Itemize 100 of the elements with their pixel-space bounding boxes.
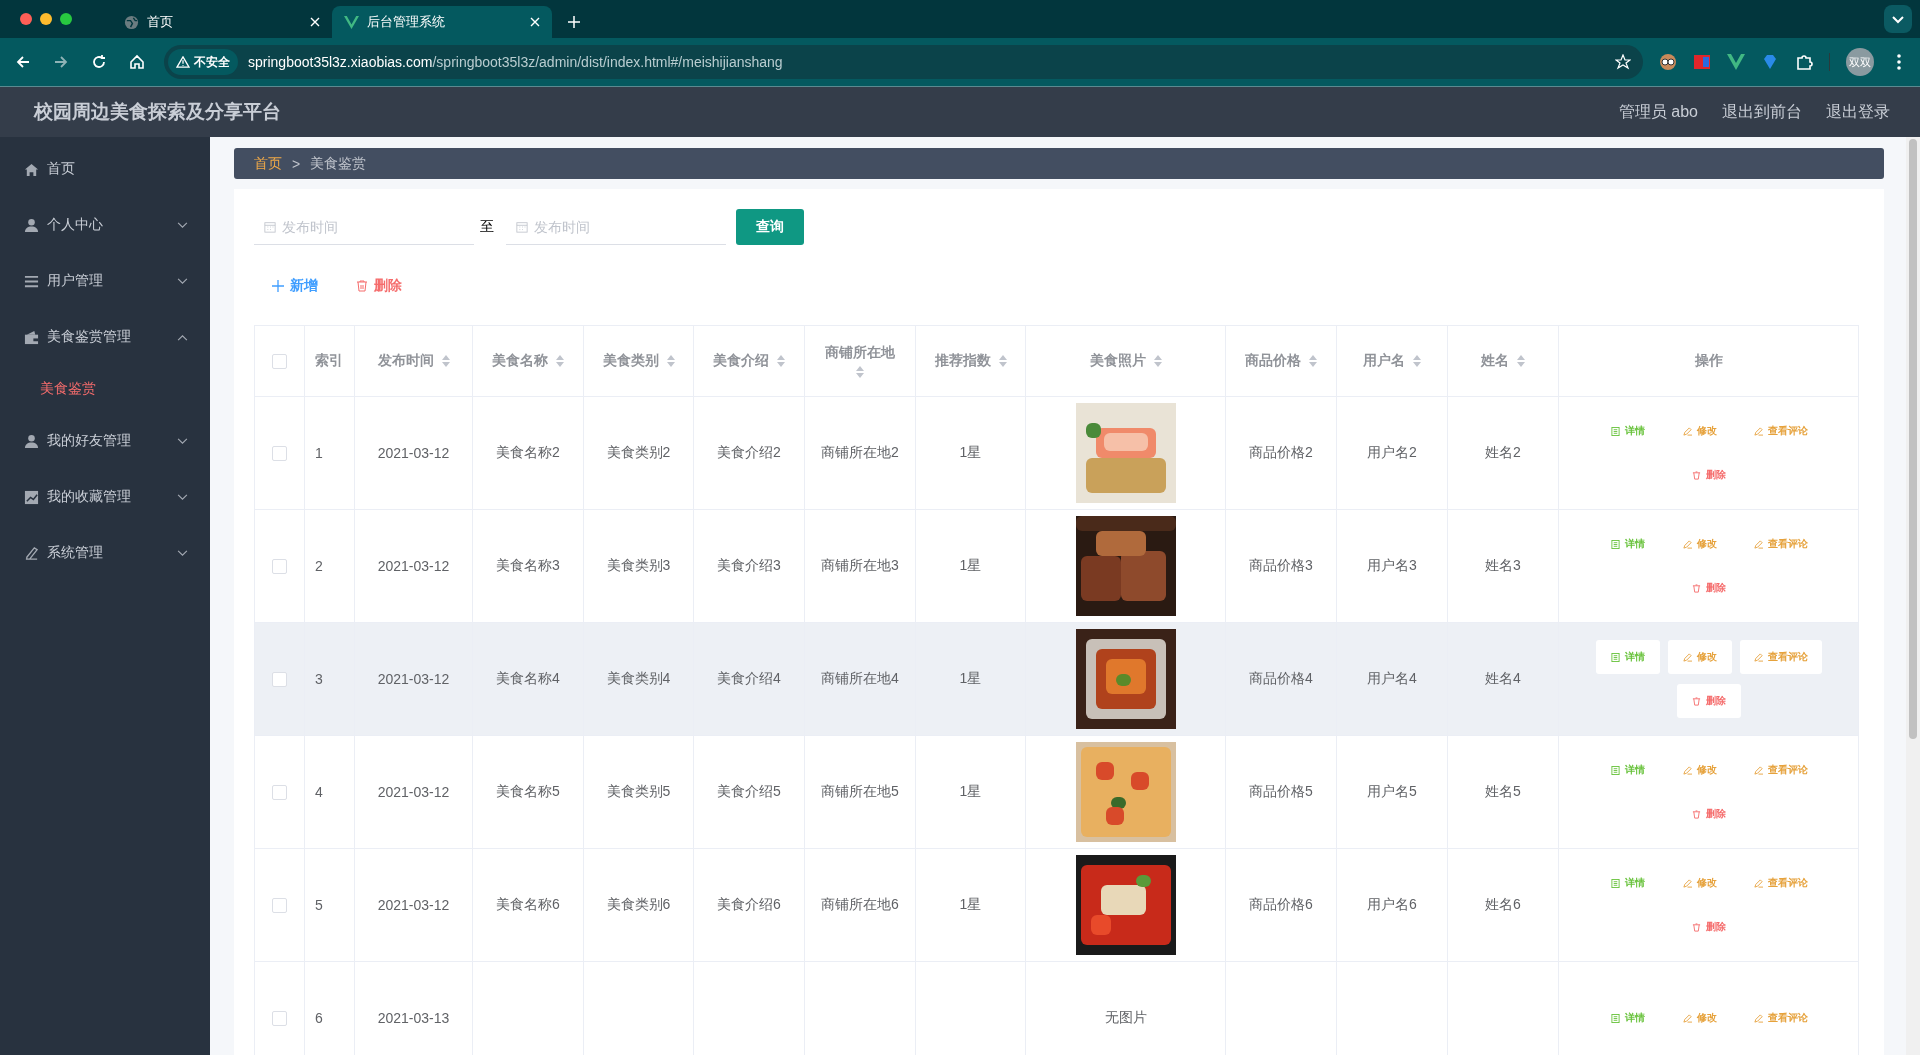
trash-icon [356,280,368,292]
header-link[interactable]: 管理员 abo [1618,101,1698,123]
column-header[interactable]: 美食名称 [492,352,548,370]
chevron-down-icon[interactable] [1884,5,1912,33]
sidebar-item[interactable]: 用户管理 [0,253,210,309]
security-badge[interactable]: 不安全 [168,49,238,75]
sort-icon[interactable] [556,355,564,367]
column-header[interactable]: 商铺所在地 [825,344,895,362]
row-checkbox[interactable] [272,446,287,462]
sort-icon[interactable] [666,355,675,367]
edit-button[interactable]: 查看评论 [1739,414,1822,448]
detail-button[interactable]: 详情 [1595,866,1660,900]
sort-icon[interactable] [1309,355,1317,367]
edit-button[interactable]: 修改 [1667,527,1732,561]
window-zoom-button[interactable] [60,13,72,25]
detail-button[interactable]: 详情 [1595,640,1660,674]
sort-icon[interactable] [441,355,450,367]
row-checkbox[interactable] [272,559,287,575]
extension-icon[interactable] [1693,53,1711,71]
edit-button[interactable]: 查看评论 [1739,640,1822,674]
date-field[interactable]: 发布时间 [506,209,726,245]
edit-button[interactable]: 查看评论 [1739,527,1822,561]
star-icon[interactable] [1615,54,1631,70]
sort-icon[interactable] [1153,355,1162,367]
table-cell: 姓名5 [1485,783,1521,799]
table-row[interactable]: 6 2021-03-13 无图片 详情 修改 查看评论 [254,961,1859,1055]
close-icon[interactable] [310,17,320,27]
window-minimize-button[interactable] [40,13,52,25]
delete-button[interactable]: 删除 [1676,571,1741,605]
home-icon[interactable] [129,54,145,70]
address-field[interactable]: 不安全 springboot35l3z.xiaobias.com/springboot35l3z/admin/dist/index.html#/meishijianshang [164,45,1643,79]
column-header[interactable]: 姓名 [1481,352,1509,370]
row-checkbox[interactable] [272,1011,287,1027]
breadcrumb-item[interactable]: 首页 [254,154,282,173]
delete-button[interactable]: 删除 [1676,797,1741,831]
browser-tab[interactable]: 后台管理系统 [332,6,552,38]
edit-button[interactable]: 修改 [1667,414,1732,448]
sidebar-item[interactable]: 首页 [0,141,210,197]
table-row[interactable]: 2 2021-03-12 美食名称3 美食类别3 美食介绍3 商铺所在地3 1星 商品价格3 用户名3 姓名3 详情 修改 查看评论 删除 [254,509,1859,623]
sort-icon[interactable] [1413,355,1421,367]
column-header[interactable]: 推荐指数 [934,352,991,370]
edit-button[interactable]: 查看评论 [1739,753,1822,787]
add-button[interactable]: 新增 [264,271,326,301]
edit-button[interactable]: 修改 [1667,1001,1732,1035]
reload-icon[interactable] [91,54,107,70]
delete-button[interactable]: 删除 [1676,458,1741,492]
delete-button[interactable]: 删除 [348,271,410,301]
sidebar-item[interactable]: 系统管理 [0,525,210,581]
browser-tab[interactable]: 首页 [112,6,332,38]
glasses-icon[interactable] [1659,53,1677,71]
detail-button[interactable]: 详情 [1595,527,1660,561]
column-header[interactable]: 美食类别 [602,352,659,370]
column-header[interactable]: 美食照片 [1089,352,1146,370]
sidebar-subitem[interactable]: 美食鉴赏 [0,365,210,413]
sort-icon[interactable] [777,355,785,367]
chart-icon [24,489,39,505]
row-checkbox[interactable] [272,672,287,688]
sidebar-item[interactable]: 我的好友管理 [0,413,210,469]
row-checkbox[interactable] [272,785,287,801]
puzzle-icon[interactable] [1795,53,1813,71]
row-checkbox[interactable] [272,898,287,914]
sidebar-item[interactable]: 美食鉴赏管理 [0,309,210,365]
header-link[interactable]: 退出到前台 [1722,101,1802,123]
select-all-checkbox[interactable] [272,354,287,370]
edit-button[interactable]: 修改 [1667,753,1732,787]
header-link[interactable]: 退出登录 [1826,101,1890,123]
list-icon [24,273,39,289]
edit-button[interactable]: 查看评论 [1739,866,1822,900]
sort-icon[interactable] [856,366,864,378]
profile-avatar[interactable]: 双双 [1846,48,1874,76]
back-arrow-icon[interactable] [15,54,31,70]
date-field[interactable]: 发布时间 [254,209,474,245]
detail-button[interactable]: 详情 [1595,1001,1660,1035]
column-header[interactable]: 发布时间 [377,352,434,370]
sort-icon[interactable] [998,355,1007,367]
detail-button[interactable]: 详情 [1595,753,1660,787]
edit-button[interactable]: 修改 [1667,640,1732,674]
query-button[interactable]: 查询 [736,209,804,245]
sidebar-item[interactable]: 个人中心 [0,197,210,253]
column-header[interactable]: 用户名 [1363,352,1405,370]
delete-button[interactable]: 删除 [1676,684,1741,718]
sort-icon[interactable] [1517,355,1525,367]
delete-button[interactable]: 删除 [1676,910,1741,944]
new-tab-icon[interactable] [568,16,580,28]
scrollbar[interactable] [1906,137,1920,1055]
diamond-icon[interactable] [1761,53,1779,71]
detail-button[interactable]: 详情 [1595,414,1660,448]
column-header[interactable]: 商品价格 [1245,352,1301,370]
table-row[interactable]: 3 2021-03-12 美食名称4 美食类别4 美食介绍4 商铺所在地4 1星 商品价格4 用户名4 姓名4 详情 修改 查看评论 删除 [254,622,1859,736]
close-icon[interactable] [530,17,540,27]
table-row[interactable]: 5 2021-03-12 美食名称6 美食类别6 美食介绍6 商铺所在地6 1星 商品价格6 用户名6 姓名6 详情 修改 查看评论 删除 [254,848,1859,962]
window-close-button[interactable] [20,13,32,25]
table-row[interactable]: 4 2021-03-12 美食名称5 美食类别5 美食介绍5 商铺所在地5 1星 商品价格5 用户名5 姓名5 详情 修改 查看评论 删除 [254,735,1859,849]
v-logo-icon[interactable] [1727,53,1745,71]
edit-button[interactable]: 修改 [1667,866,1732,900]
column-header[interactable]: 美食介绍 [713,352,769,370]
edit-button[interactable]: 查看评论 [1739,1001,1822,1035]
forward-arrow-icon[interactable] [53,54,69,70]
table-row[interactable]: 1 2021-03-12 美食名称2 美食类别2 美食介绍2 商铺所在地2 1星 商品价格2 用户名2 姓名2 详情 修改 查看评论 删除 [254,396,1859,510]
sidebar-item[interactable]: 我的收藏管理 [0,469,210,525]
